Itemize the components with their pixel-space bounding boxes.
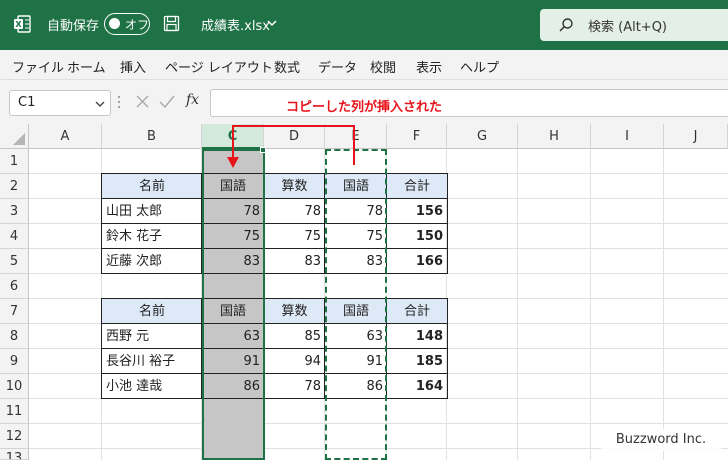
name-box-value: C1 (18, 95, 36, 110)
table-cell[interactable]: 小池 達哉 (102, 374, 202, 399)
row-header-1[interactable]: 1 (0, 149, 29, 174)
toggle-knob-icon (109, 18, 120, 29)
watermark: Buzzword Inc. (601, 429, 721, 451)
ribbon-tabs: ファイル ホーム 挿入 ページ レイアウト 数式 データ 校閲 表示 ヘルプ (0, 50, 728, 80)
table-header-cell[interactable]: 合計 (387, 174, 447, 199)
table-cell[interactable]: 西野 元 (102, 324, 202, 349)
table-border-line (101, 348, 448, 349)
row-header-6[interactable]: 6 (0, 274, 29, 299)
table-cell[interactable]: 164 (387, 374, 447, 399)
row-header-13[interactable]: 13 (0, 449, 29, 460)
tab-home[interactable]: ホーム (67, 57, 106, 76)
gridline (663, 149, 664, 460)
table-cell[interactable]: 長谷川 裕子 (102, 349, 202, 374)
row-header-11[interactable]: 11 (0, 399, 29, 424)
save-icon[interactable] (163, 15, 180, 32)
row-header-7[interactable]: 7 (0, 299, 29, 324)
select-all-button[interactable] (0, 124, 29, 149)
table-header-cell[interactable]: 合計 (387, 299, 447, 324)
more-dots-icon (118, 96, 120, 108)
column-header-e[interactable]: E (325, 124, 387, 149)
selection-border (202, 149, 265, 460)
table-header-cell[interactable]: 算数 (264, 299, 325, 324)
column-header-d[interactable]: D (264, 124, 325, 149)
column-header-h[interactable]: H (518, 124, 591, 149)
row-header-4[interactable]: 4 (0, 224, 29, 249)
table-border-line (101, 323, 448, 324)
row-header-8[interactable]: 8 (0, 324, 29, 349)
column-header-f[interactable]: F (387, 124, 447, 149)
select-all-triangle-icon (13, 133, 25, 145)
tab-insert[interactable]: 挿入 (120, 57, 146, 76)
row-header-2[interactable]: 2 (0, 174, 29, 199)
autosave-toggle[interactable]: オフ (104, 13, 150, 35)
search-placeholder: 検索 (Alt+Q) (588, 20, 668, 35)
table-cell[interactable]: 85 (264, 324, 325, 349)
table-border-line (101, 373, 448, 374)
tab-file[interactable]: ファイル (12, 57, 64, 76)
search-box[interactable]: 検索 (Alt+Q) (540, 9, 728, 41)
row-header-10[interactable]: 10 (0, 374, 29, 399)
title-bar: X 自動保存 オフ 成績表.xlsx 検索 (Alt+Q) (0, 0, 728, 50)
autosave-state: オフ (125, 18, 150, 32)
table-border-line (101, 223, 448, 224)
table-cell[interactable]: 75 (264, 224, 325, 249)
row-header-3[interactable]: 3 (0, 199, 29, 224)
gridline (517, 149, 518, 460)
name-box[interactable]: C1 (9, 90, 111, 116)
chevron-down-icon[interactable] (266, 17, 278, 29)
column-header-i[interactable]: I (591, 124, 664, 149)
table-border-line (101, 198, 448, 199)
enter-check-icon[interactable] (159, 95, 175, 109)
table-cell[interactable]: 150 (387, 224, 447, 249)
table-header-cell[interactable]: 名前 (102, 174, 202, 199)
cancel-icon[interactable] (136, 95, 149, 108)
fill-handle[interactable] (260, 147, 266, 153)
tab-help[interactable]: ヘルプ (460, 57, 499, 76)
worksheet-grid: A B C D E F G H I J 1 2 3 4 5 6 7 8 9 10… (0, 124, 728, 460)
table-cell[interactable]: 山田 太郎 (102, 199, 202, 224)
table-border-line (101, 248, 448, 249)
column-header-j[interactable]: J (664, 124, 728, 149)
tab-formulas[interactable]: 数式 (274, 57, 300, 76)
table-cell[interactable]: 鈴木 花子 (102, 224, 202, 249)
table-cell[interactable]: 166 (387, 249, 447, 274)
tab-review[interactable]: 校閲 (370, 57, 396, 76)
insert-function-button[interactable]: fx (186, 92, 199, 108)
table-cell[interactable]: 78 (264, 374, 325, 399)
row-header-12[interactable]: 12 (0, 424, 29, 449)
annotation-label: コピーした列が挿入された (286, 100, 443, 115)
table-cell[interactable]: 78 (264, 199, 325, 224)
tab-data[interactable]: データ (318, 57, 357, 76)
row-header-9[interactable]: 9 (0, 349, 29, 374)
svg-text:X: X (15, 20, 22, 29)
table-cell[interactable]: 185 (387, 349, 447, 374)
file-name[interactable]: 成績表.xlsx (201, 15, 270, 34)
table-cell[interactable]: 近藤 次郎 (102, 249, 202, 274)
autosave-label: 自動保存 (47, 19, 100, 34)
table-cell[interactable]: 148 (387, 324, 447, 349)
table-header-cell[interactable]: 算数 (264, 174, 325, 199)
column-header-g[interactable]: G (447, 124, 518, 149)
excel-logo-icon: X (14, 15, 31, 33)
tab-view[interactable]: 表示 (416, 57, 442, 76)
tab-page-layout[interactable]: ページ レイアウト (165, 57, 273, 76)
table-cell[interactable]: 156 (387, 199, 447, 224)
table-cell[interactable]: 94 (264, 349, 325, 374)
column-header-b[interactable]: B (102, 124, 202, 149)
table-header-cell[interactable]: 名前 (102, 299, 202, 324)
copy-marquee (325, 149, 387, 460)
gridline (590, 149, 591, 460)
column-header-a[interactable]: A (29, 124, 102, 149)
chevron-down-icon[interactable] (94, 98, 106, 110)
column-header-c[interactable]: C (202, 124, 264, 149)
row-header-5[interactable]: 5 (0, 249, 29, 274)
search-icon (559, 18, 573, 32)
table-cell[interactable]: 83 (264, 249, 325, 274)
